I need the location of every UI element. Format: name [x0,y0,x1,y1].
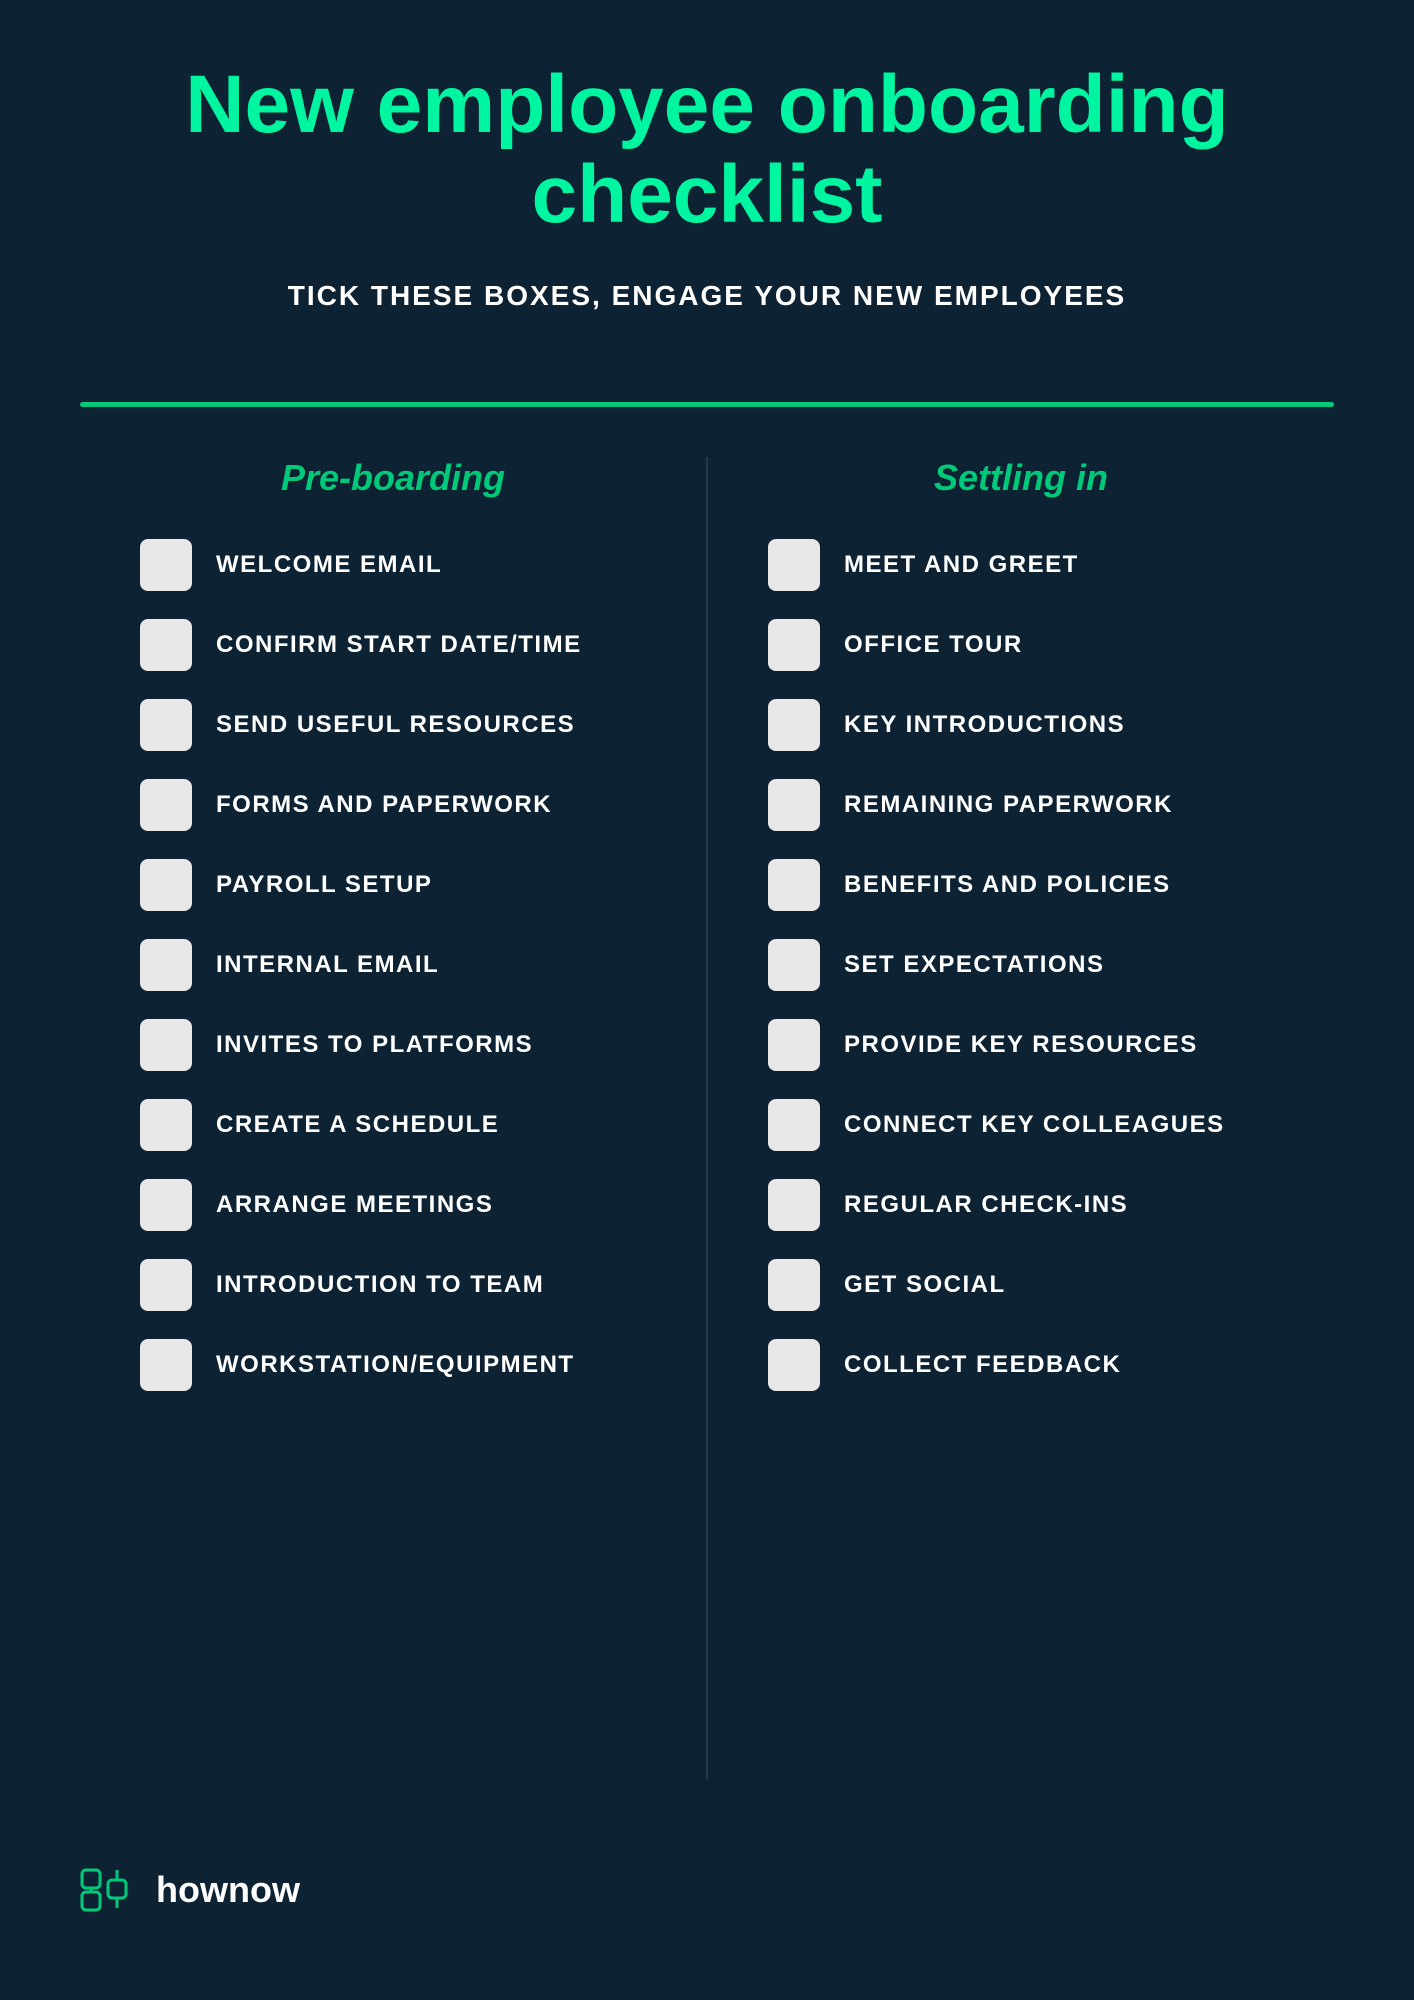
checkbox[interactable] [768,859,820,911]
item-label: OFFICE TOUR [844,631,1023,659]
item-label: REGULAR CHECK-INS [844,1191,1128,1219]
checkbox[interactable] [768,539,820,591]
list-item: INTRODUCTION TO TEAM [140,1259,646,1311]
item-label: ARRANGE MEETINGS [216,1191,493,1219]
item-label: KEY INTRODUCTIONS [844,711,1125,739]
list-item: FORMS AND PAPERWORK [140,779,646,831]
checkbox[interactable] [768,1179,820,1231]
checkbox[interactable] [140,1259,192,1311]
item-label: BENEFITS AND POLICIES [844,871,1171,899]
checkbox[interactable] [768,1099,820,1151]
list-item: ARRANGE MEETINGS [140,1179,646,1231]
checkbox[interactable] [140,619,192,671]
item-label: PAYROLL SETUP [216,871,432,899]
settling-in-column: Settling in MEET AND GREET OFFICE TOUR KEY… [708,457,1334,1780]
checkbox[interactable] [140,779,192,831]
checkbox[interactable] [768,779,820,831]
checkbox[interactable] [768,1259,820,1311]
list-item: CREATE A SCHEDULE [140,1099,646,1151]
settling-in-checklist: MEET AND GREET OFFICE TOUR KEY INTRODUCTIO… [768,539,1274,1391]
item-label: PROVIDE KEY RESOURCES [844,1031,1198,1059]
item-label: GET SOCIAL [844,1271,1006,1299]
item-label: CONNECT KEY COLLEAGUES [844,1111,1225,1139]
checkbox[interactable] [140,859,192,911]
header: New employee onboarding checklist TICK T… [80,60,1334,342]
checkbox[interactable] [140,699,192,751]
list-item: REGULAR CHECK-INS [768,1179,1274,1231]
checkbox[interactable] [140,939,192,991]
list-item: SET EXPECTATIONS [768,939,1274,991]
checkbox[interactable] [768,1019,820,1071]
list-item: KEY INTRODUCTIONS [768,699,1274,751]
item-label: WORKSTATION/EQUIPMENT [216,1351,575,1379]
columns-container: Pre-boarding WELCOME EMAIL CONFIRM START … [80,457,1334,1780]
pre-boarding-column: Pre-boarding WELCOME EMAIL CONFIRM START … [80,457,708,1780]
main-title: New employee onboarding checklist [80,60,1334,240]
item-label: COLLECT FEEDBACK [844,1351,1121,1379]
settling-in-title: Settling in [934,457,1108,499]
list-item: PROVIDE KEY RESOURCES [768,1019,1274,1071]
list-item: WORKSTATION/EQUIPMENT [140,1339,646,1391]
list-item: INVITES TO PLATFORMS [140,1019,646,1071]
list-item: SEND USEFUL RESOURCES [140,699,646,751]
list-item: WELCOME EMAIL [140,539,646,591]
page-wrapper: New employee onboarding checklist TICK T… [0,0,1414,2000]
list-item: OFFICE TOUR [768,619,1274,671]
item-label: REMAINING PAPERWORK [844,791,1173,819]
list-item: MEET AND GREET [768,539,1274,591]
checkbox[interactable] [768,699,820,751]
item-label: INVITES TO PLATFORMS [216,1031,533,1059]
list-item: GET SOCIAL [768,1259,1274,1311]
pre-boarding-title: Pre-boarding [281,457,505,499]
item-label: MEET AND GREET [844,551,1079,579]
checkbox[interactable] [140,539,192,591]
item-label: SEND USEFUL RESOURCES [216,711,575,739]
item-label: FORMS AND PAPERWORK [216,791,552,819]
logo-text: hownow [156,1869,300,1911]
checkbox[interactable] [768,1339,820,1391]
logo-container: hownow [80,1860,300,1920]
checkbox[interactable] [768,619,820,671]
item-label: INTRODUCTION TO TEAM [216,1271,544,1299]
list-item: INTERNAL EMAIL [140,939,646,991]
hownow-logo-icon [80,1860,140,1920]
list-item: CONNECT KEY COLLEAGUES [768,1099,1274,1151]
item-label: WELCOME EMAIL [216,551,442,579]
list-item: PAYROLL SETUP [140,859,646,911]
pre-boarding-checklist: WELCOME EMAIL CONFIRM START DATE/TIME SEND… [140,539,646,1391]
list-item: BENEFITS AND POLICIES [768,859,1274,911]
subtitle: TICK THESE BOXES, ENGAGE YOUR NEW EMPLOY… [80,280,1334,312]
item-label: INTERNAL EMAIL [216,951,439,979]
checkbox[interactable] [140,1019,192,1071]
item-label: SET EXPECTATIONS [844,951,1104,979]
item-label: CONFIRM START DATE/TIME [216,631,582,659]
footer: hownow [80,1840,1334,1940]
list-item: CONFIRM START DATE/TIME [140,619,646,671]
list-item: COLLECT FEEDBACK [768,1339,1274,1391]
checkbox[interactable] [768,939,820,991]
divider [80,402,1334,407]
list-item: REMAINING PAPERWORK [768,779,1274,831]
checkbox[interactable] [140,1339,192,1391]
checkbox[interactable] [140,1179,192,1231]
checkbox[interactable] [140,1099,192,1151]
item-label: CREATE A SCHEDULE [216,1111,499,1139]
